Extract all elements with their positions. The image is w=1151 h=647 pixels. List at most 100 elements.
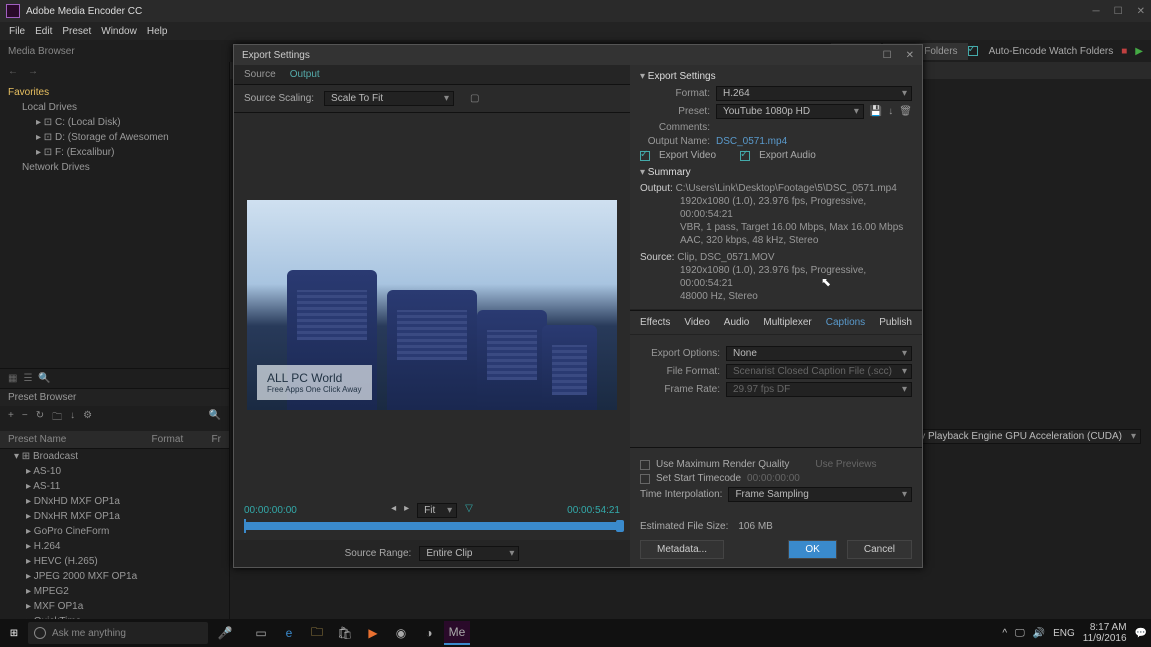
tray-sound-icon[interactable]: 🔊 [1033, 628, 1045, 639]
explorer-icon[interactable]: 🗀 [304, 621, 330, 645]
zoom-icon[interactable]: 🔍 [38, 373, 50, 384]
save-preset-icon[interactable]: 💾 [870, 106, 882, 117]
tray-lang[interactable]: ENG [1053, 628, 1075, 639]
preset-item[interactable]: ▸ MXF OP1a [0, 599, 229, 614]
menu-window[interactable]: Window [98, 26, 140, 37]
preset-item[interactable]: ▸ HEVC (H.265) [0, 554, 229, 569]
menu-file[interactable]: File [6, 26, 28, 37]
tree-network-drives[interactable]: Network Drives [8, 160, 221, 175]
obs-icon[interactable]: ◑ [416, 621, 442, 645]
output-name-link[interactable]: DSC_0571.mp4 [716, 136, 787, 147]
settings-preset-icon[interactable]: ⚙ [83, 410, 92, 427]
frame-rate-label: Frame Rate: [640, 384, 720, 395]
del-preset-icon[interactable]: − [22, 410, 28, 427]
tab-audio[interactable]: Audio [724, 317, 750, 328]
tray-up-icon[interactable]: ^ [1002, 628, 1007, 639]
preset-item[interactable]: ▸ AS-10 [0, 464, 229, 479]
preset-item[interactable]: ▸ DNxHD MXF OP1a [0, 494, 229, 509]
search-input[interactable]: Ask me anything [28, 622, 208, 644]
window-title: Adobe Media Encoder CC [26, 6, 1093, 17]
view-thumb-icon[interactable]: ▦ [8, 373, 17, 384]
tree-drive-c[interactable]: ▸ ⊡ C: (Local Disk) [8, 115, 221, 130]
chk-set-start-tc[interactable] [640, 474, 650, 484]
metadata-button[interactable]: Metadata... [640, 540, 724, 559]
zoom-fit[interactable]: Fit [417, 503, 457, 518]
mic-icon[interactable]: 🎤 [212, 621, 238, 645]
view-list-icon[interactable]: ☰ [23, 373, 32, 384]
add-preset-icon[interactable]: + [8, 410, 14, 427]
ok-button[interactable]: OK [788, 540, 836, 559]
cancel-button[interactable]: Cancel [847, 540, 912, 559]
tray-monitor-icon[interactable]: 🖵 [1015, 628, 1025, 639]
tab-output[interactable]: Output [290, 69, 320, 80]
preset-item[interactable]: ▸ MPEG2 [0, 584, 229, 599]
tree-drive-d[interactable]: ▸ ⊡ D: (Storage of Awesomen [8, 130, 221, 145]
edge-icon[interactable]: e [276, 621, 302, 645]
import-preset-icon[interactable]: ↓ [70, 410, 75, 427]
tab-video[interactable]: Video [684, 317, 709, 328]
play-icon[interactable]: ▶ [1135, 46, 1143, 57]
search-preset-icon[interactable]: 🔍 [209, 410, 221, 427]
dlg-close-icon[interactable]: ✕ [906, 50, 914, 61]
chk-auto-encode[interactable] [968, 46, 978, 56]
chk-max-quality[interactable] [640, 460, 650, 470]
source-scaling-select[interactable]: Scale To Fit [324, 91, 454, 106]
export-settings-header[interactable]: Export Settings [640, 71, 912, 82]
tree-favorites[interactable]: Favorites [8, 85, 221, 100]
timeline-handle[interactable] [616, 520, 624, 532]
import-preset2-icon[interactable]: ↓ [888, 106, 893, 117]
summary-header[interactable]: Summary [640, 167, 912, 178]
col-preset-name[interactable]: Preset Name [8, 434, 152, 445]
col-format[interactable]: Format [152, 434, 212, 445]
tray-clock[interactable]: 8:17 AM 11/9/2016 [1083, 622, 1127, 644]
timeline-track[interactable] [244, 522, 620, 530]
tray-notif-icon[interactable]: 💬 [1135, 628, 1147, 639]
nav-back-icon[interactable]: ← [8, 66, 18, 77]
export-settings-dialog: Export Settings ☐ ✕ Source Output Source… [233, 44, 923, 568]
maximize-icon[interactable]: ☐ [1114, 6, 1123, 17]
chk-export-video[interactable] [640, 151, 650, 161]
preset-item[interactable]: ▸ H.264 [0, 539, 229, 554]
preset-item[interactable]: ▸ JPEG 2000 MXF OP1a [0, 569, 229, 584]
close-icon[interactable]: ✕ [1137, 6, 1145, 17]
preset-item[interactable]: ▸ GoPro CineForm [0, 524, 229, 539]
nav-fwd-icon[interactable]: → [28, 66, 38, 77]
tree-local-drives[interactable]: Local Drives [8, 100, 221, 115]
delete-preset-icon[interactable]: 🗑 [899, 106, 912, 117]
tab-multiplexer[interactable]: Multiplexer [763, 317, 811, 328]
tab-captions[interactable]: Captions [826, 317, 865, 328]
preset-select[interactable]: YouTube 1080p HD [716, 104, 864, 119]
dlg-max-icon[interactable]: ☐ [883, 50, 892, 61]
minimize-icon[interactable]: ─ [1093, 6, 1100, 17]
next-frame-icon[interactable]: ▸ [404, 503, 409, 518]
preset-item[interactable]: ▸ AS-11 [0, 479, 229, 494]
taskview-icon[interactable]: ▭ [248, 621, 274, 645]
menu-edit[interactable]: Edit [32, 26, 55, 37]
export-options-select[interactable]: None [726, 346, 912, 361]
tree-drive-f[interactable]: ▸ ⊡ F: (Excalibur) [8, 145, 221, 160]
col-fr[interactable]: Fr [212, 434, 221, 445]
prev-frame-icon[interactable]: ◂ [391, 503, 396, 518]
chk-export-audio[interactable] [740, 151, 750, 161]
menu-preset[interactable]: Preset [59, 26, 94, 37]
tab-effects[interactable]: Effects [640, 317, 670, 328]
ame-taskbar-icon[interactable]: Me [444, 621, 470, 645]
menu-help[interactable]: Help [144, 26, 171, 37]
format-select[interactable]: H.264 [716, 86, 912, 101]
preset-group[interactable]: ▾ ⊞ Broadcast [0, 449, 229, 464]
stop-icon[interactable]: ■ [1121, 46, 1127, 57]
time-interp-select[interactable]: Frame Sampling [728, 487, 912, 502]
new-folder-icon[interactable]: 🗀 [52, 410, 62, 427]
crop-icon[interactable]: ▢ [470, 93, 479, 104]
sync-preset-icon[interactable]: ↻ [36, 410, 44, 427]
timecode-start[interactable]: 00:00:00:00 [244, 505, 297, 516]
source-range-select[interactable]: Entire Clip [419, 546, 519, 561]
preset-item[interactable]: ▸ DNxHR MXF OP1a [0, 509, 229, 524]
start-button[interactable]: ⊞ [4, 623, 24, 643]
movies-icon[interactable]: ▶ [360, 621, 386, 645]
store-icon[interactable]: 🛍 [332, 621, 358, 645]
marker-icon[interactable]: ▽ [465, 503, 473, 518]
chrome-icon[interactable]: ◉ [388, 621, 414, 645]
tab-publish[interactable]: Publish [879, 317, 912, 328]
tab-source[interactable]: Source [244, 69, 276, 80]
